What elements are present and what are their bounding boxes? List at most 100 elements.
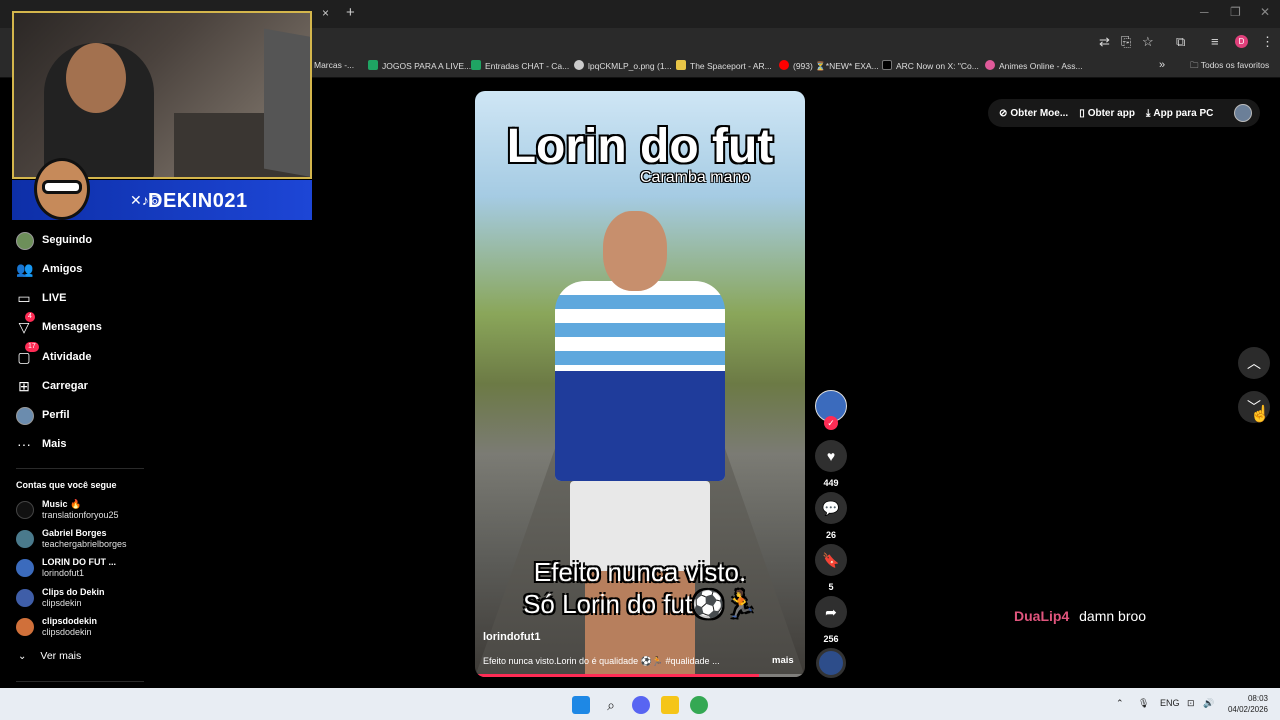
bookmark-item[interactable]: (993) ⏳*NEW* EXA... <box>779 60 879 72</box>
video-caption-line: Efeito nunca visto. <box>533 557 747 587</box>
avatar <box>16 407 34 425</box>
chevron-down-icon: ⌄ <box>18 650 27 662</box>
bookmark-item[interactable]: lpqCKMLP_o.png (1... <box>574 60 672 71</box>
followed-account[interactable]: LORIN DO FUT ... lorindofut1 <box>16 555 116 581</box>
video-progress-bar[interactable] <box>475 674 805 677</box>
monitor <box>264 28 310 177</box>
maximize-icon[interactable]: ❐ <box>1230 5 1241 19</box>
upload-icon: ⊞ <box>18 378 30 394</box>
sidebar-item-more[interactable]: ··· Mais <box>16 432 66 456</box>
stream-handle: DEKIN021 <box>148 190 248 212</box>
sidebar-item-live[interactable]: ▭ LIVE <box>16 286 66 310</box>
description-more-button[interactable]: mais <box>772 655 794 666</box>
all-favorites-button[interactable]: 🗀 Todos os favoritos <box>1190 60 1269 74</box>
video-author[interactable]: lorindofut1 <box>483 631 540 643</box>
windows-start-icon[interactable] <box>572 696 590 714</box>
chat-message: DuaLip4 damn broo <box>1014 608 1146 624</box>
sidebar-item-profile[interactable]: Perfil <box>16 403 70 427</box>
bookmark-item[interactable]: Animes Online - Ass... <box>985 60 1083 71</box>
followed-account[interactable]: Gabriel Borges teachergabrielborges <box>16 526 127 552</box>
account-name: Clips do Dekin <box>42 587 105 597</box>
account-name: clipsdodekin <box>42 616 98 626</box>
bookmark-icon: 🔖 <box>815 544 847 576</box>
bookmarks-more-button[interactable]: » <box>1159 59 1165 71</box>
more-icon: ··· <box>17 436 31 452</box>
bookmark-star-icon[interactable]: ☆ <box>1142 34 1154 50</box>
discord-icon[interactable] <box>632 696 650 714</box>
extensions-icon[interactable]: ⧉ <box>1176 34 1185 50</box>
mouse-cursor-icon: ☝ <box>1250 406 1270 423</box>
pc-app-button[interactable]: ⤓ App para PC <box>1146 108 1213 119</box>
globe-icon <box>574 60 584 70</box>
translate-icon[interactable]: ⇄ <box>1099 34 1110 50</box>
previous-video-button[interactable]: ︿ <box>1238 347 1270 379</box>
bookmark-item[interactable]: JOGOS PARA A LIVE... <box>368 60 471 71</box>
bookmark-item[interactable]: The Spaceport - AR... <box>676 60 772 71</box>
sidebar-item-messages[interactable]: ▽ 4 Mensagens <box>16 312 102 339</box>
avatar <box>16 618 34 636</box>
comment-button[interactable]: 💬 26 <box>815 492 847 540</box>
install-icon[interactable]: ⎘ <box>1121 34 1131 50</box>
following-section-title: Contas que você segue <box>16 480 117 490</box>
save-button[interactable]: 🔖 5 <box>815 544 847 592</box>
new-tab-button[interactable]: + <box>346 4 355 21</box>
followed-account[interactable]: clipsdodekin clipsdodekin <box>16 614 97 640</box>
chat-username: DuaLip4 <box>1014 608 1070 624</box>
like-button[interactable]: ♥ 449 <box>815 440 847 488</box>
see-more-label: Ver mais <box>40 650 82 662</box>
video-player[interactable]: Lorin do fut Caramba mano Efeito nunca v… <box>475 91 805 677</box>
sidebar-item-label: Carregar <box>42 380 88 392</box>
media-icon[interactable]: ≡ <box>1211 34 1219 49</box>
language-indicator[interactable]: ENG <box>1160 698 1180 708</box>
like-count: 449 <box>823 478 839 488</box>
bookmark-item[interactable]: Marcas -... <box>314 60 354 70</box>
get-coins-button[interactable]: ⊘ Obter Moe... <box>999 108 1068 119</box>
share-button[interactable]: ➦ 256 <box>815 596 847 644</box>
get-app-button[interactable]: ▯ Obter app <box>1079 108 1135 119</box>
tray-chevron-up-icon[interactable]: ⌃ <box>1116 698 1124 709</box>
youtube-icon <box>779 60 789 70</box>
sheets-icon <box>368 60 378 70</box>
account-handle: translationforyou25 <box>42 510 119 520</box>
sidebar-item-label: LIVE <box>42 292 67 304</box>
sidebar-item-following[interactable]: Seguindo <box>16 228 92 252</box>
clock-date: 04/02/2026 <box>1227 705 1268 714</box>
webcam-overlay <box>12 11 312 179</box>
network-icon[interactable]: ⊡ <box>1187 698 1195 709</box>
divider <box>16 468 144 469</box>
x-icon <box>882 60 892 70</box>
sidebar-item-upload[interactable]: ⊞ Carregar <box>16 374 88 398</box>
followed-account[interactable]: Music 🔥 translationforyou25 <box>16 497 119 523</box>
profile-avatar[interactable]: D <box>1235 35 1248 48</box>
sound-disc[interactable] <box>816 648 846 678</box>
close-window-icon[interactable]: ✕ <box>1260 5 1270 19</box>
share-count: 256 <box>823 634 839 644</box>
sidebar-item-activity[interactable]: ▢ 17 Atividade <box>16 342 92 369</box>
search-icon[interactable]: ⌕ <box>602 696 620 714</box>
sidebar-item-label: Mensagens <box>42 321 102 333</box>
file-explorer-icon[interactable] <box>661 696 679 714</box>
menu-icon[interactable]: ⋮ <box>1261 34 1274 50</box>
account-handle: clipsdodekin <box>42 627 92 637</box>
download-icon: ⤓ <box>1145 107 1151 119</box>
user-avatar[interactable] <box>1234 104 1252 122</box>
system-clock[interactable]: 08:03 04/02/2026 <box>1222 693 1268 715</box>
chevron-up-icon: ︿ <box>1247 355 1261 371</box>
followed-account[interactable]: Clips do Dekin clipsdekin <box>16 585 105 611</box>
bookmark-item[interactable]: Entradas CHAT - Ca... <box>471 60 569 71</box>
bookmark-item[interactable]: ARC Now on X: "Co... <box>882 60 979 71</box>
video-progress-fill <box>475 674 759 677</box>
video-caption-line: Só Lorin do fut⚽🏃 <box>523 589 757 619</box>
stream-banner: ✕♪◎ DEKIN021 <box>12 158 312 220</box>
microphone-icon[interactable]: 🎙 <box>1138 698 1149 709</box>
video-jersey-lower <box>555 371 725 481</box>
follow-check-icon[interactable]: ✓ <box>824 416 838 430</box>
see-more-button[interactable]: ⌄ Ver mais <box>18 650 81 662</box>
tab-close-button[interactable]: × <box>322 6 329 20</box>
minimize-icon[interactable]: ─ <box>1200 5 1209 19</box>
share-icon: ➦ <box>815 596 847 628</box>
volume-icon[interactable]: 🔊 <box>1203 698 1214 709</box>
chrome-icon[interactable] <box>690 696 708 714</box>
avatar <box>16 589 34 607</box>
sidebar-item-friends[interactable]: 👥 Amigos <box>16 257 82 281</box>
